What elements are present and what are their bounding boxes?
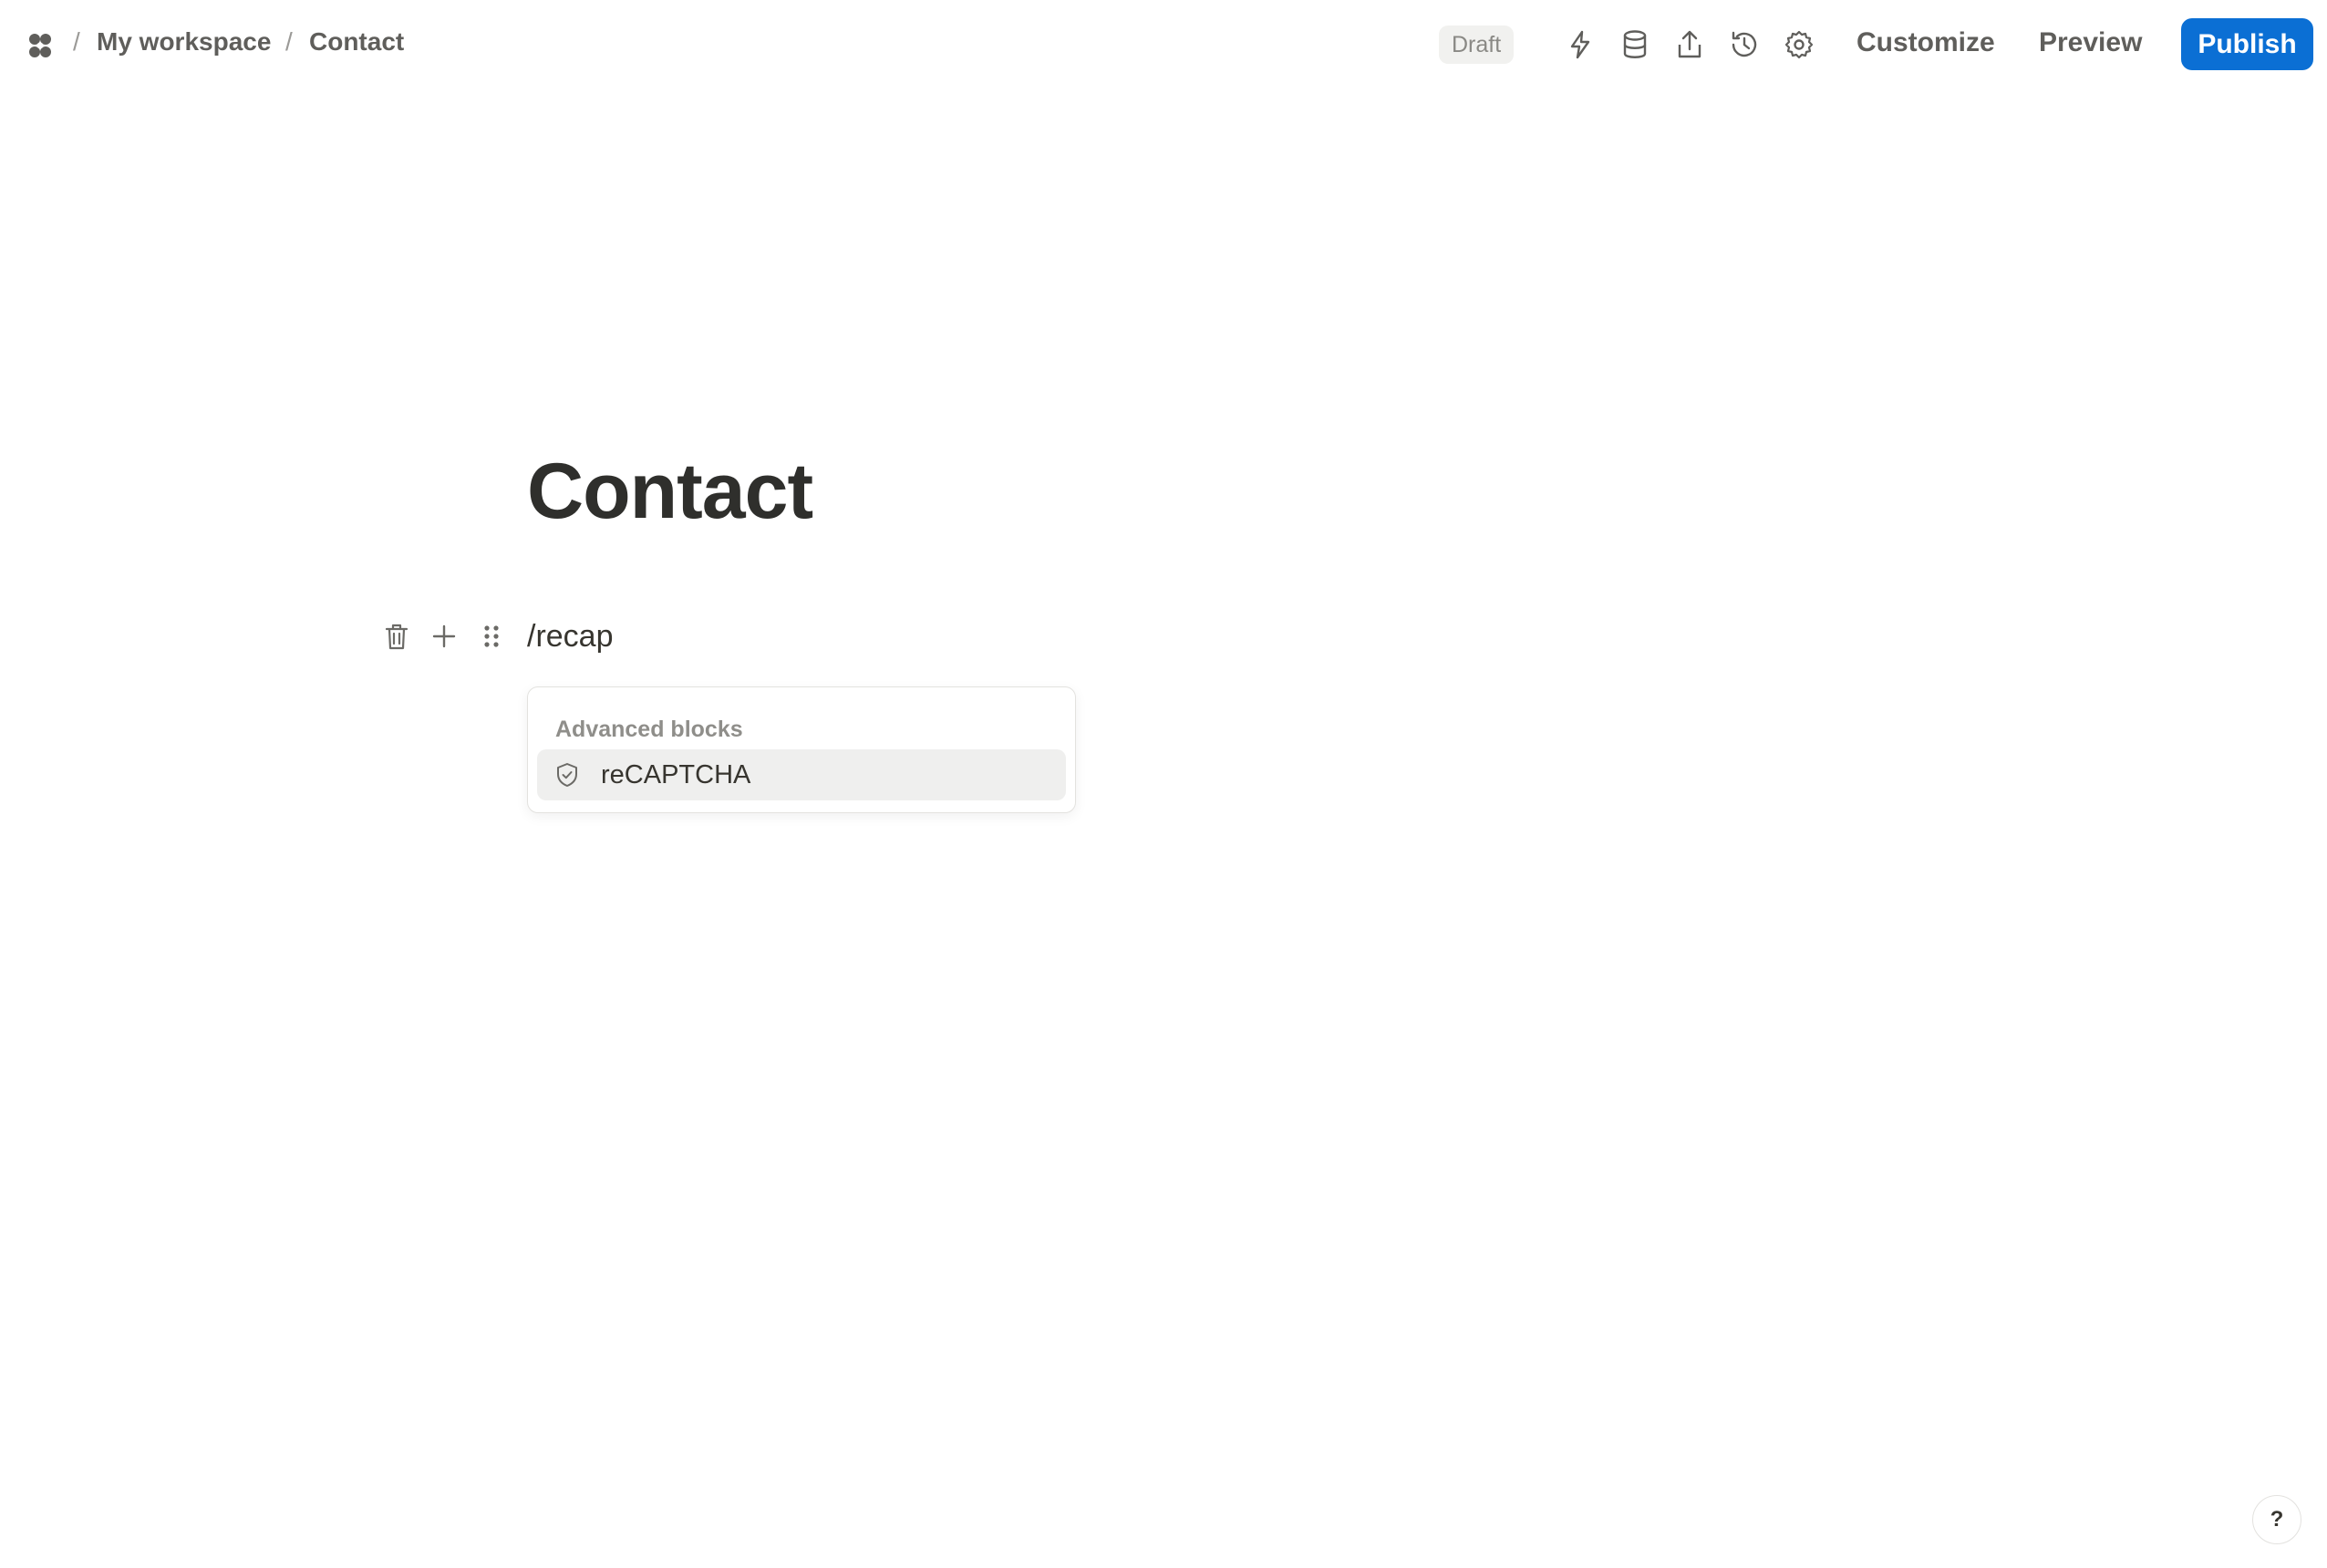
- drag-handle-icon[interactable]: [475, 620, 508, 653]
- settings-icon[interactable]: [1781, 26, 1817, 63]
- breadcrumb-separator: /: [73, 27, 80, 56]
- trash-icon[interactable]: [380, 620, 413, 653]
- slash-command-menu: Advanced blocks reCAPTCHA: [527, 686, 1076, 813]
- block-text-input[interactable]: /recap: [527, 619, 614, 655]
- menu-item-label: reCAPTCHA: [601, 760, 751, 789]
- status-badge: Draft: [1439, 26, 1515, 64]
- plus-icon[interactable]: [428, 620, 460, 653]
- workspace-logo-icon[interactable]: [24, 30, 57, 63]
- database-icon[interactable]: [1617, 26, 1653, 63]
- breadcrumb-current-page[interactable]: Contact: [309, 27, 404, 57]
- history-icon[interactable]: [1726, 26, 1763, 63]
- customize-button[interactable]: Customize: [1856, 27, 1995, 58]
- help-button[interactable]: ?: [2252, 1495, 2301, 1544]
- menu-item-recaptcha[interactable]: reCAPTCHA: [537, 749, 1066, 800]
- share-icon[interactable]: [1671, 26, 1708, 63]
- page-title[interactable]: Contact: [527, 447, 813, 537]
- menu-section-heading: Advanced blocks: [555, 717, 743, 742]
- shield-check-icon: [553, 761, 581, 789]
- breadcrumb-separator: /: [285, 27, 293, 56]
- breadcrumb-workspace[interactable]: My workspace: [97, 27, 271, 57]
- top-bar: / My workspace / Contact Draft Customize…: [0, 0, 2327, 89]
- preview-button[interactable]: Preview: [2039, 27, 2142, 58]
- lightning-icon[interactable]: [1562, 26, 1598, 63]
- publish-button[interactable]: Publish: [2181, 18, 2313, 70]
